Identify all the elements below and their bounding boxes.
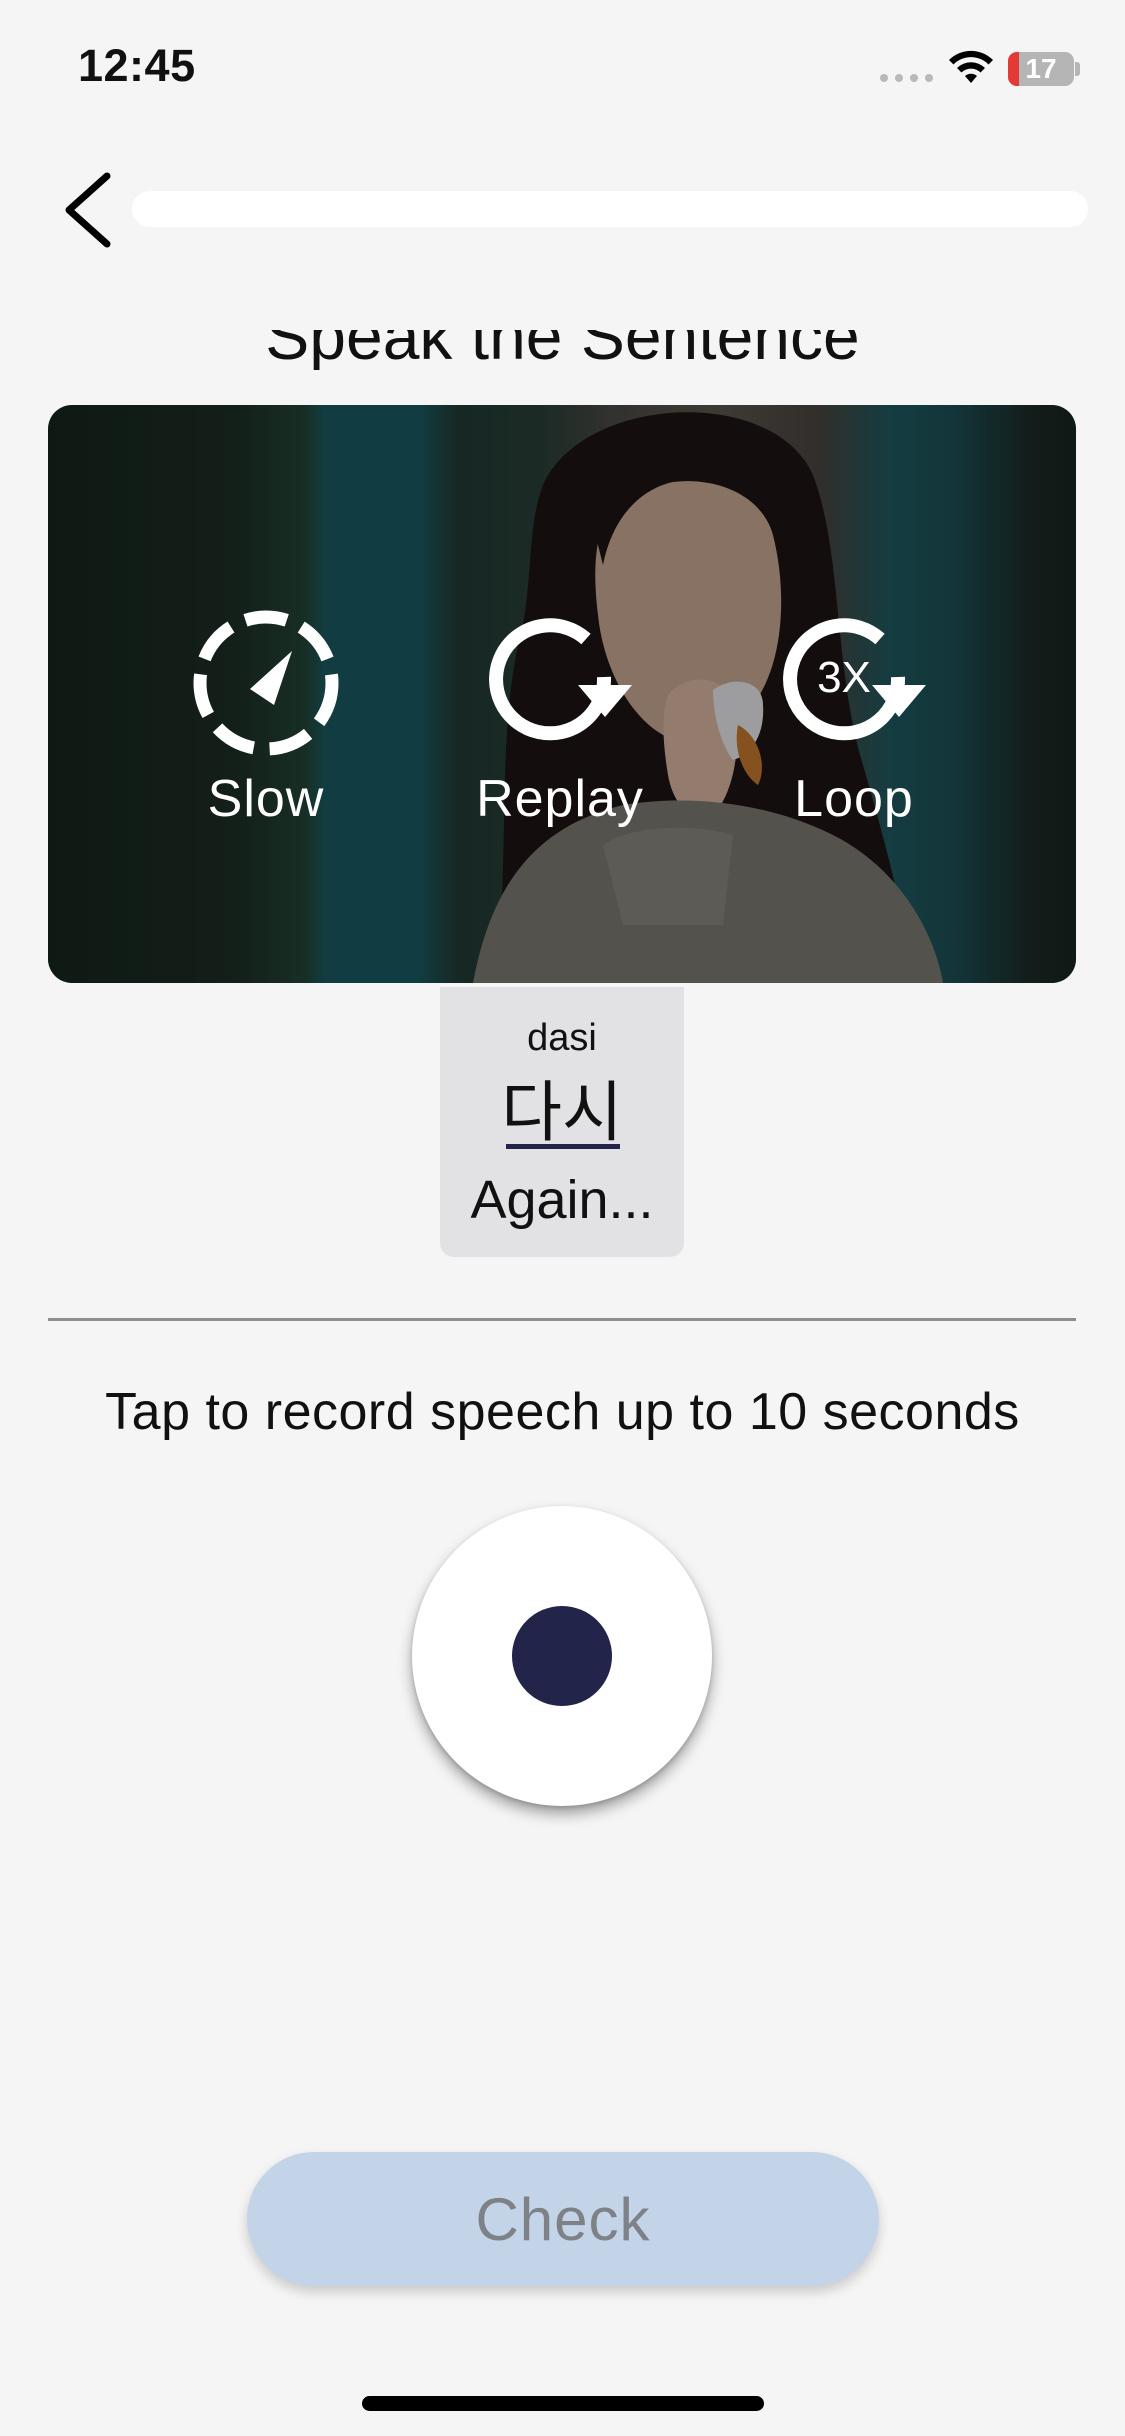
video-player[interactable]: Slow Replay 3X Loop (48, 405, 1076, 983)
slow-label: Slow (207, 770, 325, 828)
replay-icon (489, 618, 632, 741)
word-meaning: Again... (470, 1170, 654, 1230)
loop-button[interactable]: 3X Loop (744, 605, 964, 829)
battery-level-text: 17 (1025, 53, 1057, 84)
word-romanization: dasi (527, 1017, 597, 1059)
loop-label: Loop (794, 770, 914, 828)
record-instruction: Tap to record speech up to 10 seconds (105, 1383, 1020, 1441)
word-underline (506, 1144, 620, 1149)
back-button[interactable] (52, 168, 122, 252)
word-card[interactable]: dasi 다시 Again... (440, 987, 684, 1257)
cellular-signal-icon (880, 74, 933, 82)
chevron-left-icon (65, 172, 111, 248)
section-divider (48, 1318, 1076, 1321)
check-button[interactable]: Check (247, 2152, 879, 2286)
status-time: 12:45 (78, 40, 196, 91)
slow-button[interactable]: Slow (156, 605, 376, 829)
slow-dial-icon (193, 610, 339, 756)
battery-icon: 17 (1008, 52, 1074, 86)
battery-nub (1075, 62, 1080, 76)
record-button[interactable] (412, 1506, 712, 1806)
word-korean: 다시 (501, 1074, 623, 1151)
lesson-progress-fill (132, 191, 1088, 227)
home-indicator (362, 2396, 764, 2411)
page-title: Speak the Sentence (265, 330, 860, 370)
replay-button[interactable]: Replay (450, 605, 670, 829)
record-dot-icon (512, 1606, 612, 1706)
lesson-progress-bar (132, 191, 1088, 227)
wifi-icon (949, 50, 993, 83)
page-title-clip: Speak the Sentence (0, 330, 1125, 370)
loop-count-badge: 3X (817, 653, 871, 702)
replay-label: Replay (476, 770, 644, 828)
